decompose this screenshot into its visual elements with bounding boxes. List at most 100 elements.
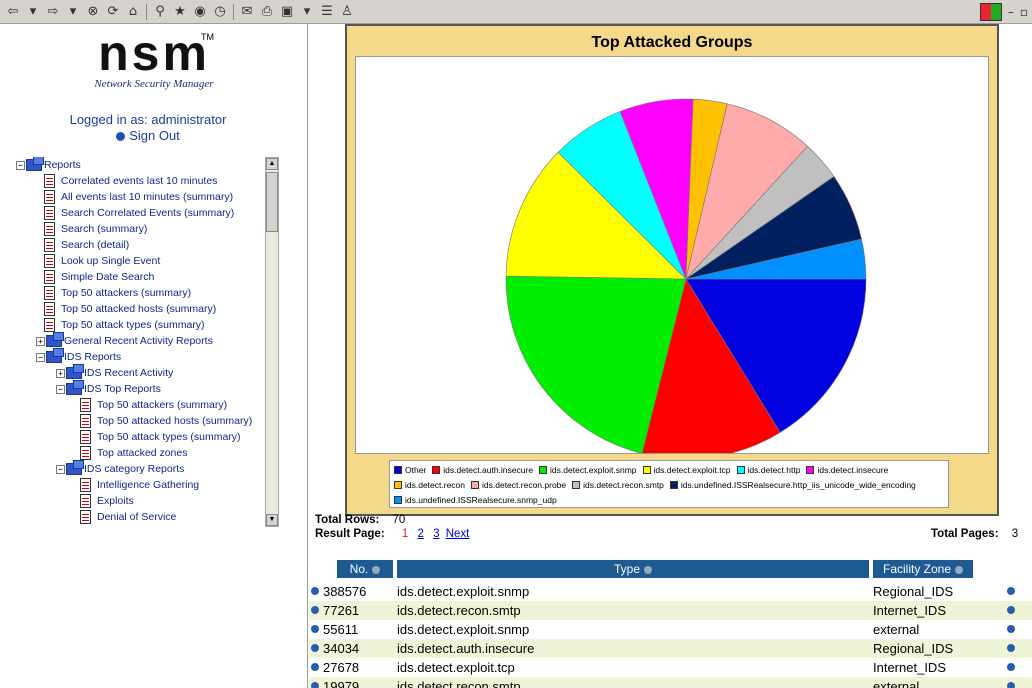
dropdown-icon[interactable]: ▾ bbox=[64, 3, 82, 21]
sign-out-link[interactable]: Sign Out bbox=[0, 128, 296, 144]
tree-item-label: Top 50 attacked hosts (summary) bbox=[97, 415, 253, 427]
refresh-icon[interactable]: ⟳ bbox=[104, 3, 122, 21]
row-facility-zone: Internet_IDS bbox=[873, 603, 946, 618]
column-header-type[interactable]: Type bbox=[397, 560, 869, 578]
media-icon[interactable]: ◉ bbox=[191, 3, 209, 21]
tree-scrollbar[interactable]: ▲ ▼ bbox=[265, 157, 279, 527]
tree-item[interactable]: − IDS category Reports bbox=[56, 460, 184, 477]
back-icon[interactable]: ⇦ bbox=[4, 3, 22, 21]
tree-item[interactable]: Top 50 attackers (summary) bbox=[44, 285, 191, 301]
dropdown-icon[interactable]: ▾ bbox=[298, 3, 316, 21]
legend-label: ids.detect.exploit.snmp bbox=[550, 465, 637, 475]
legend-label: ids.detect.exploit.tcp bbox=[653, 465, 731, 475]
total-pages-value: 3 bbox=[1011, 528, 1019, 540]
forward-icon[interactable]: ⇨ bbox=[44, 3, 62, 21]
expand-icon[interactable]: + bbox=[36, 336, 45, 346]
scroll-thumb[interactable] bbox=[266, 172, 278, 232]
page-2-link[interactable]: 2 bbox=[417, 528, 423, 540]
row-detail-icon[interactable] bbox=[311, 663, 319, 671]
toolbar-separator bbox=[233, 3, 234, 20]
row-detail-icon[interactable] bbox=[311, 606, 319, 614]
collapse-icon[interactable]: − bbox=[36, 352, 45, 362]
next-page-link[interactable]: Next bbox=[446, 528, 470, 540]
tree-item-label: IDS Recent Activity bbox=[84, 367, 174, 379]
tree-item[interactable]: Exploits bbox=[80, 493, 134, 509]
row-action-icon[interactable] bbox=[1007, 682, 1015, 688]
collapse-icon[interactable]: − bbox=[16, 160, 25, 170]
search-icon[interactable]: ⚲ bbox=[151, 3, 169, 21]
expand-icon[interactable]: + bbox=[56, 368, 65, 378]
legend-item: ids.undefined.ISSRealsecure.snmp_udp bbox=[394, 493, 557, 507]
tree-item-label: Top 50 attack types (summary) bbox=[97, 431, 241, 443]
tree-item[interactable]: Search (summary) bbox=[44, 221, 147, 237]
page-3-link[interactable]: 3 bbox=[433, 528, 439, 540]
table-row[interactable]: 27678 ids.detect.exploit.tcp Internet_IDS bbox=[309, 658, 1032, 677]
tree-item-label: Top 50 attacked hosts (summary) bbox=[61, 303, 217, 315]
tree-item[interactable]: Top 50 attackers (summary) bbox=[80, 397, 227, 413]
collapse-icon[interactable]: − bbox=[56, 464, 65, 474]
row-type: ids.detect.exploit.snmp bbox=[397, 584, 530, 599]
table-row[interactable]: 77261 ids.detect.recon.smtp Internet_IDS bbox=[309, 601, 1032, 620]
row-action-icon[interactable] bbox=[1007, 663, 1015, 671]
row-action-icon[interactable] bbox=[1007, 606, 1015, 614]
scroll-up-icon[interactable]: ▲ bbox=[266, 158, 278, 170]
row-action-icon[interactable] bbox=[1007, 625, 1015, 633]
column-header-facility-zone[interactable]: Facility Zone bbox=[873, 560, 973, 578]
tree-item[interactable]: Denial of Service bbox=[80, 509, 176, 525]
chart-title: Top Attacked Groups bbox=[591, 34, 753, 51]
row-detail-icon[interactable] bbox=[311, 625, 319, 633]
scroll-down-icon[interactable]: ▼ bbox=[266, 514, 278, 526]
collapse-icon[interactable]: − bbox=[56, 384, 65, 394]
tree-item[interactable]: + IDS Recent Activity bbox=[56, 364, 174, 381]
minimize-icon[interactable]: – bbox=[1008, 5, 1014, 19]
tree-item[interactable]: Search Correlated Events (summary) bbox=[44, 205, 234, 221]
tree-item[interactable]: − IDS Reports bbox=[36, 348, 121, 365]
column-header-no[interactable]: No. bbox=[337, 560, 393, 578]
tree-item[interactable]: Top attacked zones bbox=[80, 445, 187, 461]
legend-item: ids.detect.recon.smtp bbox=[572, 478, 664, 492]
home-icon[interactable]: ⌂ bbox=[124, 3, 142, 21]
row-action-icon[interactable] bbox=[1007, 644, 1015, 652]
tree-item[interactable]: Top 50 attacked hosts (summary) bbox=[44, 301, 216, 317]
tree-item[interactable]: Simple Date Search bbox=[44, 269, 154, 285]
legend-item: ids.detect.exploit.snmp bbox=[539, 463, 637, 477]
tree-item[interactable]: − Reports bbox=[16, 157, 81, 173]
stop-icon[interactable]: ⊗ bbox=[84, 3, 102, 21]
pie-chart bbox=[505, 98, 867, 460]
legend-item: Other bbox=[394, 463, 426, 477]
row-detail-icon[interactable] bbox=[311, 644, 319, 652]
history-icon[interactable]: ◷ bbox=[211, 3, 229, 21]
table-row[interactable]: 19979 ids.detect.recon.smtp external bbox=[309, 677, 1032, 688]
tree-item[interactable]: All events last 10 minutes (summary) bbox=[44, 189, 233, 205]
row-detail-icon[interactable] bbox=[311, 682, 319, 688]
tree-item[interactable]: Top 50 attacked hosts (summary) bbox=[80, 413, 252, 429]
navigation-pane: nsm TM Network Security Manager Logged i… bbox=[0, 24, 308, 688]
tree-item[interactable]: Top 50 attack types (summary) bbox=[80, 429, 241, 445]
tree-item[interactable]: − IDS Top Reports bbox=[56, 380, 161, 397]
tree-item[interactable]: Look up Single Event bbox=[44, 253, 160, 269]
tree-item[interactable]: Correlated events last 10 minutes bbox=[44, 173, 217, 189]
tree-item[interactable]: + General Recent Activity Reports bbox=[36, 332, 213, 349]
table-row[interactable]: 55611 ids.detect.exploit.snmp external bbox=[309, 620, 1032, 639]
trademark: TM bbox=[201, 32, 214, 42]
discuss-icon[interactable]: ☰ bbox=[318, 3, 336, 21]
tree-item[interactable]: Search (detail) bbox=[44, 237, 129, 253]
legend-label: ids.detect.recon.smtp bbox=[583, 480, 664, 490]
edit-icon[interactable]: ▣ bbox=[278, 3, 296, 21]
tree-item[interactable]: Intelligence Gathering bbox=[80, 477, 199, 493]
legend-item: ids.detect.insecure bbox=[806, 463, 888, 477]
table-row[interactable]: 34034 ids.detect.auth.insecure Regional_ID… bbox=[309, 639, 1032, 658]
table-row[interactable]: 388576 ids.detect.exploit.snmp Regional_ID… bbox=[309, 582, 1032, 601]
restore-icon[interactable]: ▫ bbox=[1020, 5, 1028, 19]
legend-label: ids.detect.recon bbox=[405, 480, 466, 490]
row-detail-icon[interactable] bbox=[311, 587, 319, 595]
tree-item-label: All events last 10 minutes (summary) bbox=[61, 191, 234, 203]
messenger-icon[interactable]: ♙ bbox=[338, 3, 356, 21]
tree-item[interactable]: Top 50 attack types (summary) bbox=[44, 317, 205, 333]
print-icon[interactable]: ⎙ bbox=[258, 3, 276, 21]
folder-icon bbox=[66, 460, 84, 475]
row-action-icon[interactable] bbox=[1007, 587, 1015, 595]
dropdown-icon[interactable]: ▾ bbox=[24, 3, 42, 21]
favorites-icon[interactable]: ★ bbox=[171, 3, 189, 21]
mail-icon[interactable]: ✉ bbox=[238, 3, 256, 21]
